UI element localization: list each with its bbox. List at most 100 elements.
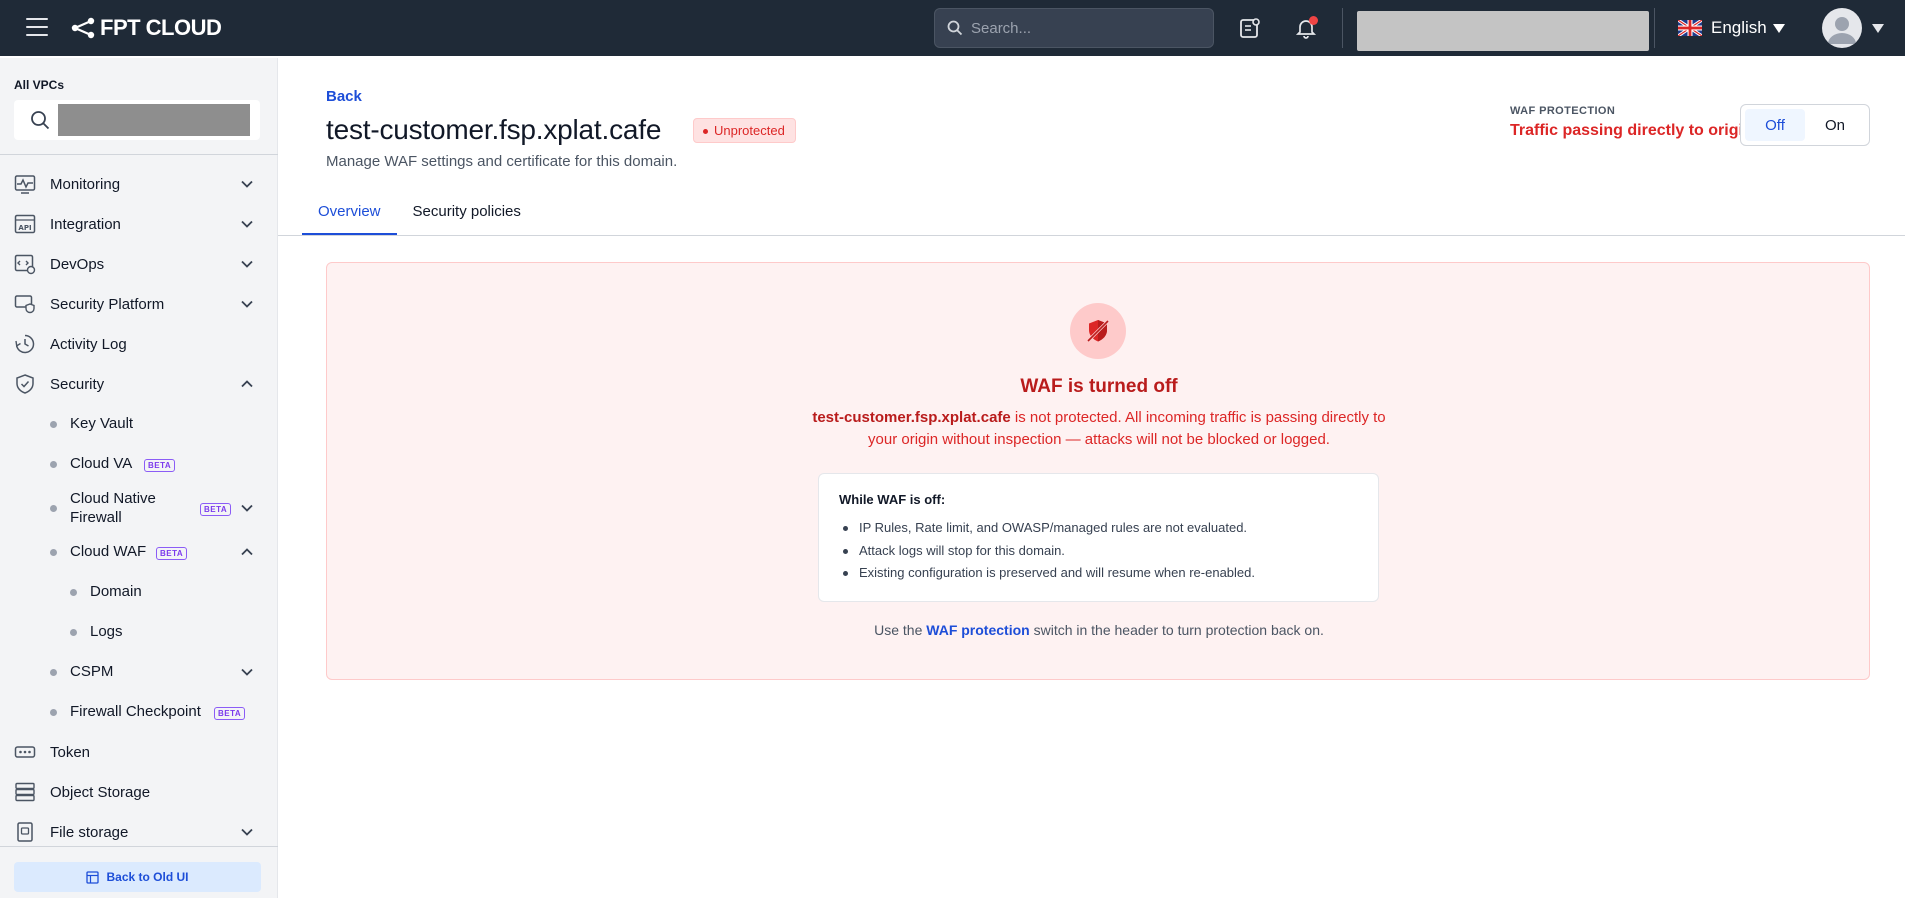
tab-security-policies[interactable]: Security policies [397, 196, 537, 236]
waf-protection-link[interactable]: WAF protection [926, 622, 1029, 638]
beta-badge: BETA [156, 547, 188, 560]
sidebar-subitem-label: Cloud VA [70, 455, 133, 472]
file-storage-icon [17, 822, 33, 842]
hamburger-menu-icon[interactable] [26, 18, 48, 38]
sidebar-subitem-label: CSPM [70, 663, 114, 680]
chevron-down-icon[interactable] [240, 501, 254, 515]
status-badge: Unprotected [693, 118, 796, 143]
toggle-off-option[interactable]: Off [1745, 109, 1805, 141]
sidebar-subitem-cspm[interactable]: CSPM [0, 652, 278, 692]
tab-overview[interactable]: Overview [302, 196, 397, 236]
bullet-dot [50, 461, 57, 468]
tabs-divider [278, 235, 1905, 236]
language-selector[interactable]: English [1678, 14, 1785, 42]
brand-name: FPT CLOUD [100, 15, 222, 40]
redacted-vpc-name [58, 104, 250, 136]
task-list-icon[interactable] [1236, 14, 1264, 42]
sidebar-subitem-label: Cloud Native Firewall [70, 490, 156, 526]
search-input[interactable] [971, 19, 1201, 37]
devops-icon [14, 254, 36, 275]
alert-title: WAF is turned off [1020, 376, 1178, 397]
notification-bell-icon[interactable] [1292, 14, 1320, 42]
bullet-dot [50, 669, 57, 676]
sidebar-item-label: Security [50, 375, 105, 393]
sidebar-item-integration[interactable]: API Integration [0, 204, 278, 244]
chevron-up-icon[interactable] [240, 377, 254, 391]
sidebar-subitem-cloud-native-firewall[interactable]: Cloud Native Firewall BETA [0, 484, 278, 532]
sidebar-item-token[interactable]: Token [0, 732, 278, 772]
sidebar-item-security-platform[interactable]: Security Platform [0, 284, 278, 324]
language-label: English [1711, 18, 1767, 37]
fpt-logo-icon [71, 17, 95, 39]
waf-off-info-box: While WAF is off: IP Rules, Rate limit, … [818, 473, 1379, 602]
chevron-up-icon[interactable] [240, 545, 254, 559]
shield-icon [16, 374, 34, 394]
search-icon [31, 111, 50, 130]
back-to-old-ui-label: Back to Old UI [106, 870, 189, 884]
sidebar-item-label: Integration [50, 215, 121, 233]
sidebar-subitem-cloud-waf[interactable]: Cloud WAF BETA [0, 532, 278, 572]
chevron-down-icon[interactable] [240, 217, 254, 231]
search-icon [947, 20, 963, 36]
user-avatar[interactable] [1822, 8, 1862, 48]
account-caret-icon[interactable] [1872, 24, 1884, 33]
api-icon: API [14, 214, 36, 234]
sidebar-item-label: Token [50, 743, 91, 761]
alert-footer-note: Use the WAF protection switch in the hea… [327, 622, 1871, 638]
security-platform-icon [14, 295, 35, 314]
waf-protection-status: Traffic passing directly to origin [1510, 122, 1753, 139]
list-item: Attack logs will stop for this domain. [839, 540, 1358, 563]
page-subtitle: Manage WAF settings and certificate for … [326, 153, 678, 170]
sidebar-item-devops[interactable]: DevOps [0, 244, 278, 284]
uk-flag-icon [1678, 20, 1702, 36]
sidebar-item-label: Security Platform [50, 295, 165, 313]
bullet-dot [70, 589, 77, 596]
topbar-divider [1654, 8, 1655, 48]
sidebar-subitem-domain[interactable]: Domain [0, 572, 278, 612]
chevron-down-icon[interactable] [240, 177, 254, 191]
info-box-list: IP Rules, Rate limit, and OWASP/managed … [839, 517, 1358, 585]
sidebar-subitem-label: Key Vault [70, 415, 134, 432]
sidebar-divider [0, 846, 278, 847]
sidebar-subitem-logs[interactable]: Logs [0, 612, 278, 652]
sidebar-subitem-key-vault[interactable]: Key Vault [0, 404, 278, 444]
global-search[interactable] [934, 8, 1214, 48]
toggle-on-option[interactable]: On [1805, 109, 1865, 141]
list-item: IP Rules, Rate limit, and OWASP/managed … [839, 517, 1358, 540]
beta-badge: BETA [200, 503, 232, 516]
chevron-down-icon[interactable] [240, 825, 254, 839]
top-bar: FPT CLOUD English [0, 0, 1905, 56]
sidebar-item-security[interactable]: Security [0, 364, 278, 404]
notification-dot [1309, 16, 1318, 25]
footer-text-pre: Use the [874, 622, 927, 638]
chevron-down-icon[interactable] [240, 297, 254, 311]
sidebar-subitem-label: Domain [90, 583, 142, 600]
brand-logo[interactable]: FPT CLOUD [70, 14, 222, 42]
sidebar-item-activity-log[interactable]: Activity Log [0, 324, 278, 364]
info-box-heading: While WAF is off: [839, 492, 946, 507]
shield-off-icon-circle [1070, 303, 1126, 359]
sidebar-subitem-cloud-va[interactable]: Cloud VA BETA [0, 444, 278, 484]
sidebar-subitem-firewall-checkpoint[interactable]: Firewall Checkpoint BETA [0, 692, 278, 732]
sidebar-item-object-storage[interactable]: Object Storage [0, 772, 278, 812]
vpc-selector[interactable] [14, 100, 260, 140]
waf-protection-toggle[interactable]: Off On [1740, 104, 1870, 146]
redacted-project-selector[interactable] [1357, 11, 1649, 51]
monitoring-icon [14, 175, 36, 194]
bullet-dot [50, 421, 57, 428]
chevron-down-icon[interactable] [240, 257, 254, 271]
topbar-divider [1342, 8, 1343, 48]
sidebar-item-label: Object Storage [50, 783, 151, 801]
back-to-old-ui-button[interactable]: Back to Old UI [14, 862, 261, 892]
footer-text-post: switch in the header to turn protection … [1029, 622, 1324, 638]
back-link[interactable]: Back [326, 88, 362, 105]
sidebar: All VPCs Monitoring API Integration DevO… [0, 58, 278, 898]
sidebar-item-label: Monitoring [50, 175, 121, 193]
chevron-down-icon[interactable] [240, 665, 254, 679]
list-item: Existing configuration is preserved and … [839, 562, 1358, 585]
shield-off-icon [1086, 319, 1110, 343]
bullet-dot [50, 549, 57, 556]
beta-badge: BETA [214, 707, 246, 720]
sidebar-subitem-label: Firewall Checkpoint [70, 703, 201, 720]
sidebar-item-monitoring[interactable]: Monitoring [0, 164, 278, 204]
